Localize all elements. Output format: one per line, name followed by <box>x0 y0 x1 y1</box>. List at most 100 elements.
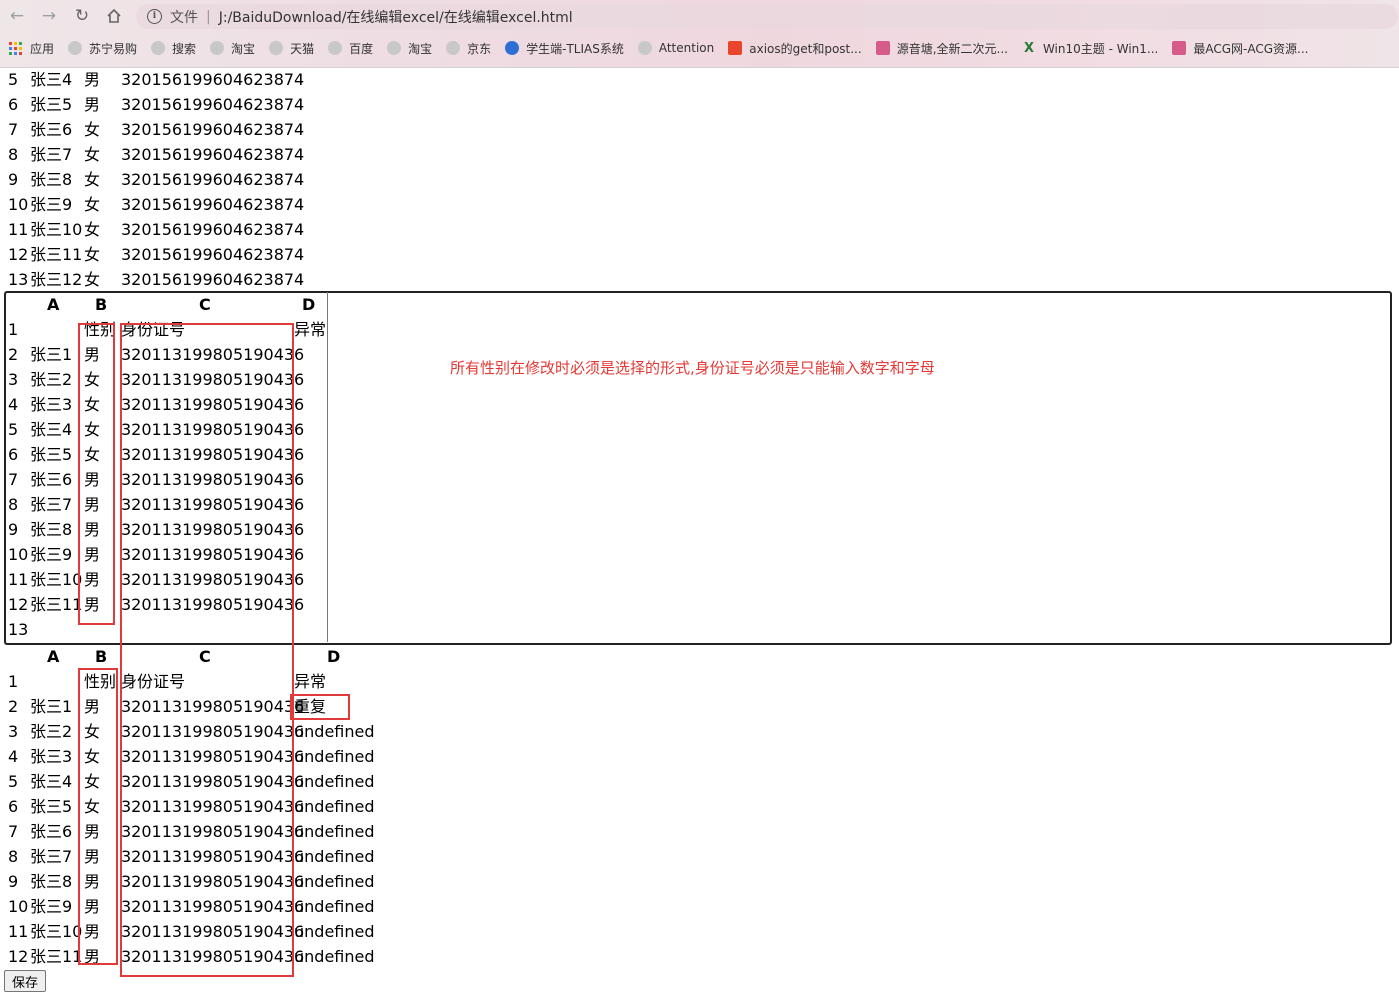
id-cell: 320156199604623874 <box>121 120 305 139</box>
row-number: 7 <box>8 822 19 841</box>
bookmark-label: 百度 <box>349 41 374 56</box>
bookmark-item[interactable]: axios的get和post... <box>728 40 862 57</box>
row-number: 9 <box>8 170 19 189</box>
browser-chrome: ← → ↻ i 文件 | J:/BaiduDownload/在线编辑excel/… <box>0 0 1399 68</box>
name-cell: 张三9 <box>30 195 73 214</box>
name-cell: 张三4 <box>30 70 73 89</box>
row-number: 3 <box>8 722 19 741</box>
save-button[interactable]: 保存 <box>4 970 46 992</box>
name-cell: 张三7 <box>30 847 73 866</box>
forward-arrow-icon[interactable]: → <box>38 5 60 27</box>
address-url[interactable]: J:/BaiduDownload/在线编辑excel/在线编辑excel.htm… <box>219 7 573 27</box>
name-cell[interactable]: 张三9 <box>30 542 72 567</box>
bookmark-item[interactable]: 苏宁易购 <box>68 40 137 57</box>
bookmark-item[interactable]: 淘宝 <box>387 40 432 57</box>
name-cell: 张三5 <box>30 95 73 114</box>
annotation-box-sex-column-result <box>78 668 118 965</box>
id-cell: 320156199604623874 <box>121 270 305 289</box>
bookmark-label: Attention <box>658 41 715 55</box>
globe-icon <box>68 41 83 55</box>
row-number: 2 <box>8 345 19 364</box>
column-header-a: A <box>47 295 60 314</box>
row-number: 7 <box>8 470 19 489</box>
column-header-d: D <box>302 295 316 314</box>
id-cell: 320156199604623874 <box>121 95 305 114</box>
reload-icon[interactable]: ↻ <box>71 5 93 27</box>
row-number: 5 <box>8 772 19 791</box>
row-number: 6 <box>8 95 19 114</box>
name-cell[interactable]: 张三1 <box>30 342 72 367</box>
column-header-c: C <box>199 295 211 314</box>
globe-icon <box>446 41 461 55</box>
bookmark-item[interactable]: 应用 <box>9 40 54 57</box>
name-cell[interactable]: 张三10 <box>30 567 82 592</box>
bookmark-label: 学生端-TLIAS系统 <box>526 41 624 56</box>
row-number: 12 <box>8 595 29 614</box>
sex-cell: 女 <box>84 195 101 214</box>
bookmark-item[interactable]: 搜索 <box>151 40 196 57</box>
name-cell[interactable]: 张三5 <box>30 442 72 467</box>
name-cell: 张三4 <box>30 772 73 791</box>
bookmark-label: 源音塘,全新二次元... <box>896 41 1008 56</box>
anomaly-cell: undefined <box>294 722 375 741</box>
anomaly-cell: undefined <box>294 872 375 891</box>
bookmark-item[interactable]: 淘宝 <box>210 40 255 57</box>
anomaly-cell: undefined <box>294 847 375 866</box>
name-cell[interactable]: 张三8 <box>30 517 72 542</box>
home-icon[interactable] <box>103 5 125 27</box>
info-icon[interactable]: i <box>147 9 162 24</box>
sex-cell: 女 <box>84 120 101 139</box>
row-number: 9 <box>8 520 19 539</box>
bookmark-item[interactable]: 最ACG网-ACG资源... <box>1172 40 1308 57</box>
name-cell[interactable]: 张三7 <box>30 492 72 517</box>
bookmark-item[interactable]: 源音塘,全新二次元... <box>875 40 1008 57</box>
row-number: 10 <box>8 195 29 214</box>
row-number: 10 <box>8 545 29 564</box>
id-cell: 320156199604623874 <box>121 70 305 89</box>
row-number: 13 <box>8 270 29 289</box>
name-cell[interactable]: 张三4 <box>30 417 72 442</box>
name-cell: 张三6 <box>30 822 73 841</box>
row-number: 5 <box>8 420 19 439</box>
row-number: 9 <box>8 872 19 891</box>
bookmark-label: 应用 <box>30 41 55 56</box>
bookmark-label: Win10主题 - Win1... <box>1042 41 1159 56</box>
globe-icon <box>387 41 402 55</box>
row-number: 8 <box>8 847 19 866</box>
row-number: 1 <box>8 672 19 691</box>
row-number: 4 <box>8 747 19 766</box>
globe-icon <box>637 41 652 55</box>
anomaly-cell: undefined <box>294 947 375 966</box>
anomaly-header-cell: 异常 <box>294 672 327 691</box>
bookmark-label: 淘宝 <box>231 41 256 56</box>
back-arrow-icon[interactable]: ← <box>6 5 28 27</box>
name-cell[interactable]: 张三6 <box>30 467 72 492</box>
bookmark-item[interactable]: X Win10主题 - Win1... <box>1022 40 1158 57</box>
name-cell[interactable]: 张三11 <box>30 592 82 617</box>
row-number: 13 <box>8 620 29 639</box>
id-cell: 320156199604623874 <box>121 170 305 189</box>
bookmark-item[interactable]: 京东 <box>446 40 491 57</box>
row-number: 11 <box>8 922 29 941</box>
row-number: 8 <box>8 495 19 514</box>
name-cell[interactable]: 张三2 <box>30 367 72 392</box>
anomaly-cell: undefined <box>294 922 375 941</box>
page-content: 5 张三4 男 320156199604623874 6 张三5 男 320156199604… <box>0 67 1399 1002</box>
row-number: 5 <box>8 70 19 89</box>
site-icon <box>1172 41 1187 55</box>
globe-icon <box>210 41 225 55</box>
name-cell: 张三10 <box>30 922 83 941</box>
bookmark-label: axios的get和post... <box>749 41 862 56</box>
name-cell: 张三9 <box>30 897 73 916</box>
id-cell: 320156199604623874 <box>121 245 305 264</box>
bookmark-item[interactable]: 百度 <box>328 40 373 57</box>
id-cell: 320156199604623874 <box>121 220 305 239</box>
address-bar[interactable]: i 文件 | J:/BaiduDownload/在线编辑excel/在线编辑ex… <box>136 4 1398 29</box>
anomaly-header-cell[interactable]: 异常 <box>294 317 326 342</box>
sex-cell: 男 <box>84 70 101 89</box>
bookmark-item[interactable]: 学生端-TLIAS系统 <box>505 40 624 57</box>
bookmark-item[interactable]: 天猫 <box>269 40 314 57</box>
name-cell[interactable]: 张三3 <box>30 392 72 417</box>
bookmark-item[interactable]: Attention <box>637 41 715 55</box>
annotation-box-id-column <box>120 323 294 977</box>
